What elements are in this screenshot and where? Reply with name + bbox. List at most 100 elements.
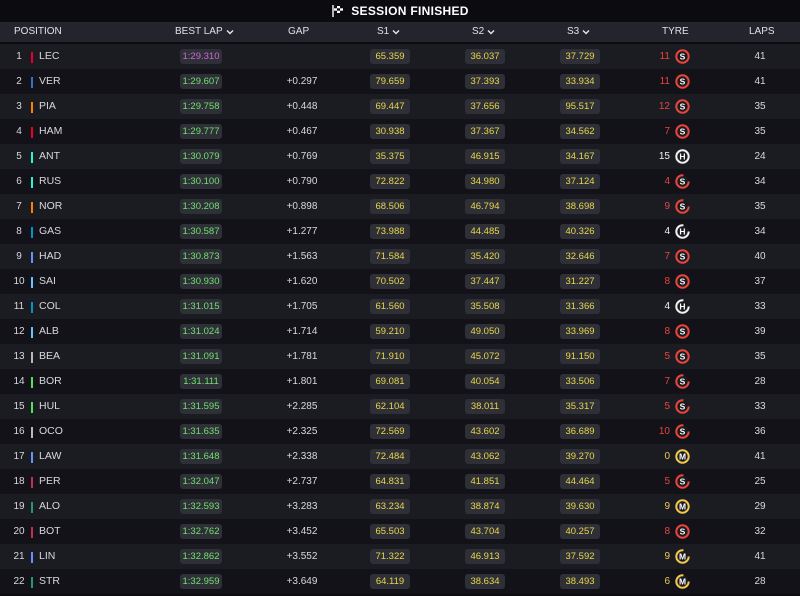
header-best-lap[interactable]: BEST LAP [175,22,234,42]
best-lap-time: 1:30.079 [180,149,222,164]
tyre-age: 5 [664,351,670,362]
best-lap-time: 1:31.648 [180,449,222,464]
gap-value: +3.283 [286,501,318,512]
session-status-bar: SESSION FINISHED [0,0,800,22]
driver-code: STR [39,575,60,587]
laps-count: 36 [754,426,766,437]
best-lap-time: 1:30.873 [180,249,222,264]
tyre-age: 7 [664,251,670,262]
team-color-bar [31,402,33,413]
sector-3-time: 40.326 [560,224,600,239]
best-lap-time: 1:29.777 [180,124,222,139]
best-lap-time: 1:31.015 [180,299,222,314]
driver-code: COL [39,300,61,312]
best-lap-time: 1:31.091 [180,349,222,364]
sector-2-time: 45.072 [465,349,505,364]
gap-value: +0.448 [286,101,318,112]
table-row[interactable]: 4 HAM 1:29.777 +0.467 30.938 37.367 34.562 7 S 35 [0,119,800,144]
best-lap-time: 1:31.635 [180,424,222,439]
sector-2-time: 35.508 [465,299,505,314]
laps-count: 28 [754,376,766,387]
table-row[interactable]: 18 PER 1:32.047 +2.737 64.831 41.851 44.464 5 S 2… [0,469,800,494]
sector-2-time: 38.874 [465,499,505,514]
tyre-hard-icon: H [675,299,690,314]
gap-value: +1.714 [286,326,318,337]
team-color-bar [31,352,33,363]
gap-value: +1.563 [286,251,318,262]
tyre-compound-letter: S [680,102,686,112]
laps-count: 39 [754,326,766,337]
header-s2[interactable]: S2 [472,22,495,42]
position-number: 13 [13,351,25,362]
table-row[interactable]: 11 COL 1:31.015 +1.705 61.560 35.508 31.366 4 H 3… [0,294,800,319]
position-number: 18 [13,476,25,487]
tyre-soft-icon: S [675,174,690,189]
table-row[interactable]: 5 ANT 1:30.079 +0.769 35.375 46.915 34.167 15 H 2… [0,144,800,169]
table-row[interactable]: 3 PIA 1:29.758 +0.448 69.447 37.656 95.517 12 S 3… [0,94,800,119]
table-row[interactable]: 15 HUL 1:31.595 +2.285 62.104 38.011 35.317 5 S 3… [0,394,800,419]
chevron-down-icon [487,29,495,35]
sector-3-time: 31.366 [560,299,600,314]
driver-code: BEA [39,350,61,362]
best-lap-time: 1:31.024 [180,324,222,339]
team-color-bar [31,152,33,163]
tyre-age: 0 [664,451,670,462]
team-color-bar [31,77,33,88]
sector-3-time: 39.270 [560,449,600,464]
table-row[interactable]: 12 ALB 1:31.024 +1.714 59.210 49.050 33.969 8 S 3… [0,319,800,344]
sector-2-time: 43.062 [465,449,505,464]
driver-code: GAS [39,225,62,237]
gap-value: +0.467 [286,126,318,137]
tyre-compound-letter: S [680,252,686,262]
table-row[interactable]: 7 NOR 1:30.208 +0.898 68.506 46.794 38.698 9 S 35 [0,194,800,219]
sector-1-time: 68.506 [370,199,410,214]
position-number: 9 [16,251,22,262]
tyre-compound-letter: S [680,202,686,212]
sector-2-time: 41.851 [465,474,505,489]
tyre-compound-letter: S [680,402,686,412]
sector-2-time: 44.485 [465,224,505,239]
gap-value: +1.781 [286,351,318,362]
sector-2-time: 43.602 [465,424,505,439]
sector-3-time: 40.257 [560,524,600,539]
table-row[interactable]: 17 LAW 1:31.648 +2.338 72.484 43.062 39.270 0 M 4… [0,444,800,469]
table-row[interactable]: 19 ALO 1:32.593 +3.283 63.234 38.874 39.630 9 M 2… [0,494,800,519]
table-row[interactable]: 6 RUS 1:30.100 +0.790 72.822 34.980 37.124 4 S 34 [0,169,800,194]
header-s1[interactable]: S1 [377,22,400,42]
driver-code: LEC [39,50,60,62]
table-row[interactable]: 13 BEA 1:31.091 +1.781 71.910 45.072 91.150 5 S 3… [0,344,800,369]
table-row[interactable]: 9 HAD 1:30.873 +1.563 71.584 35.420 32.646 7 S 40 [0,244,800,269]
team-color-bar [31,552,33,563]
table-row[interactable]: 2 VER 1:29.607 +0.297 79.659 37.393 33.934 11 S 4… [0,69,800,94]
table-row[interactable]: 22 STR 1:32.959 +3.649 64.119 38.634 38.493 6 M 2… [0,569,800,594]
gap-value: +1.277 [286,226,318,237]
sector-3-time: 38.698 [560,199,600,214]
table-row[interactable]: 8 GAS 1:30.587 +1.277 73.988 44.485 40.326 4 H 34 [0,219,800,244]
tyre-hard-icon: H [675,224,690,239]
sector-1-time: 62.104 [370,399,410,414]
header-s3[interactable]: S3 [567,22,590,42]
sector-3-time: 44.464 [560,474,600,489]
sector-3-time: 33.934 [560,74,600,89]
table-row[interactable]: 14 BOR 1:31.111 +1.801 69.081 40.054 33.506 7 S 2… [0,369,800,394]
sector-2-time: 34.980 [465,174,505,189]
gap-value: +1.801 [286,376,318,387]
gap-value: +0.297 [286,76,318,87]
sector-2-time: 37.656 [465,99,505,114]
header-tyre-label: TYRE [662,26,689,37]
team-color-bar [31,477,33,488]
sector-1-time: 71.584 [370,249,410,264]
tyre-age: 5 [664,401,670,412]
table-row[interactable]: 1 LEC 1:29.310 65.359 36.037 37.729 11 S 41 [0,44,800,69]
sector-1-time: 64.831 [370,474,410,489]
sector-3-time: 33.506 [560,374,600,389]
tyre-compound-letter: M [679,502,686,512]
tyre-soft-icon: S [675,399,690,414]
tyre-compound-letter: S [680,427,686,437]
table-row[interactable]: 10 SAI 1:30.930 +1.620 70.502 37.447 31.227 8 S 3… [0,269,800,294]
table-row[interactable]: 21 LIN 1:32.862 +3.552 71.322 46.913 37.592 9 M 4… [0,544,800,569]
table-row[interactable]: 20 BOT 1:32.762 +3.452 65.503 43.704 40.257 8 S 3… [0,519,800,544]
laps-count: 37 [754,276,766,287]
table-row[interactable]: 16 OCO 1:31.635 +2.325 72.569 43.602 36.689 10 S… [0,419,800,444]
header-s3-label: S3 [567,26,580,37]
